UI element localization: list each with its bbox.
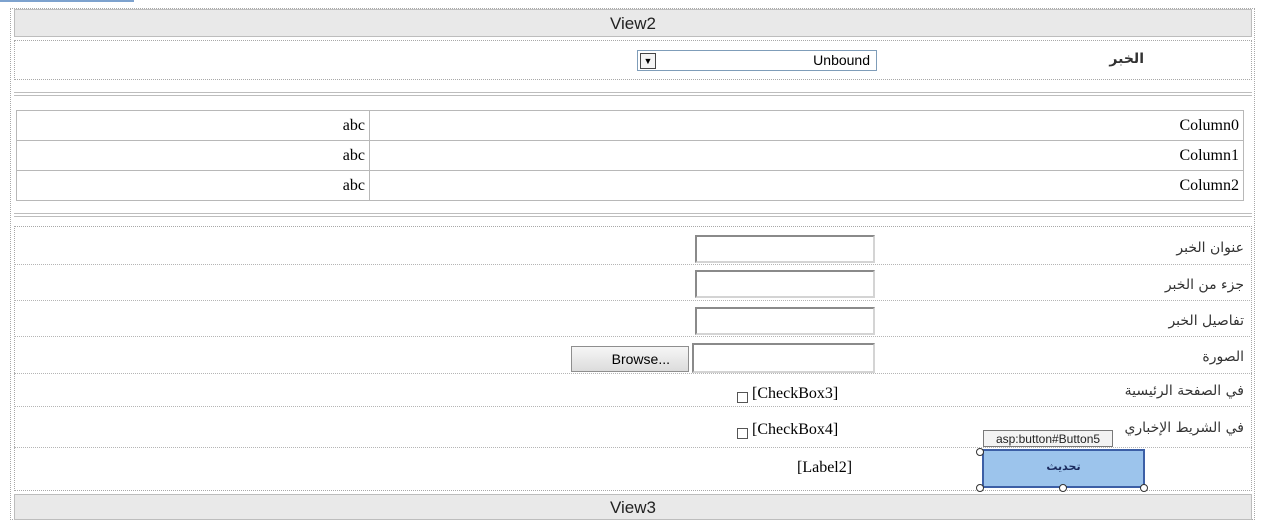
news-label: الخبر (1109, 51, 1144, 67)
news-dropdown-value: Unbound (813, 52, 870, 68)
table-row: abc Column2 (16, 170, 1244, 201)
resize-handle[interactable] (976, 484, 984, 492)
homepage-label: في الصفحة الرئيسية (1124, 383, 1244, 399)
homepage-checkbox[interactable] (737, 392, 748, 403)
label2: [Label2] (797, 459, 853, 476)
grid-cell-column: Column0 (369, 110, 1244, 141)
news-excerpt-label: جزء من الخبر (1164, 277, 1244, 293)
button-designer-tag: asp:button#Button5 (983, 430, 1113, 447)
checkbox3-text: [CheckBox3] (752, 385, 839, 402)
checkbox4-text: [CheckBox4] (752, 421, 839, 438)
grid-cell-column: Column1 (369, 140, 1244, 171)
row-divider (14, 373, 1252, 374)
news-excerpt-input[interactable] (695, 270, 875, 298)
row-divider (14, 300, 1252, 301)
resize-handle[interactable] (1059, 484, 1067, 492)
news-gridview[interactable]: abc Column0 abc Column1 abc Column2 (16, 110, 1244, 201)
news-details-input[interactable] (695, 307, 875, 335)
separator (14, 92, 1252, 96)
news-title-label: عنوان الخبر (1176, 240, 1244, 256)
news-dropdown[interactable]: ▼ Unbound (637, 50, 877, 71)
row-divider (14, 406, 1252, 407)
news-image-label: الصورة (1202, 349, 1244, 365)
view3-header: View3 (14, 494, 1252, 520)
row-divider (14, 447, 1252, 448)
view2-header: View2 (14, 9, 1252, 37)
resize-handle[interactable] (1140, 484, 1148, 492)
ticker-checkbox[interactable] (737, 428, 748, 439)
grid-cell-value: abc (16, 170, 370, 201)
grid-cell-column: Column2 (369, 170, 1244, 201)
news-title-input[interactable] (695, 235, 875, 263)
grid-cell-value: abc (16, 110, 370, 141)
image-file-input[interactable] (692, 343, 875, 373)
row-divider (14, 336, 1252, 337)
table-row: abc Column1 (16, 140, 1244, 171)
news-details-label: تفاصيل الخبر (1168, 313, 1244, 329)
browse-button[interactable]: Browse... (571, 346, 689, 372)
table-row: abc Column0 (16, 110, 1244, 141)
chevron-down-icon[interactable]: ▼ (640, 53, 656, 69)
top-accent (0, 0, 134, 8)
resize-handle[interactable] (976, 448, 984, 456)
update-button[interactable]: تحديث (982, 449, 1145, 488)
grid-cell-value: abc (16, 140, 370, 171)
separator (14, 213, 1252, 217)
row-divider (14, 264, 1252, 265)
